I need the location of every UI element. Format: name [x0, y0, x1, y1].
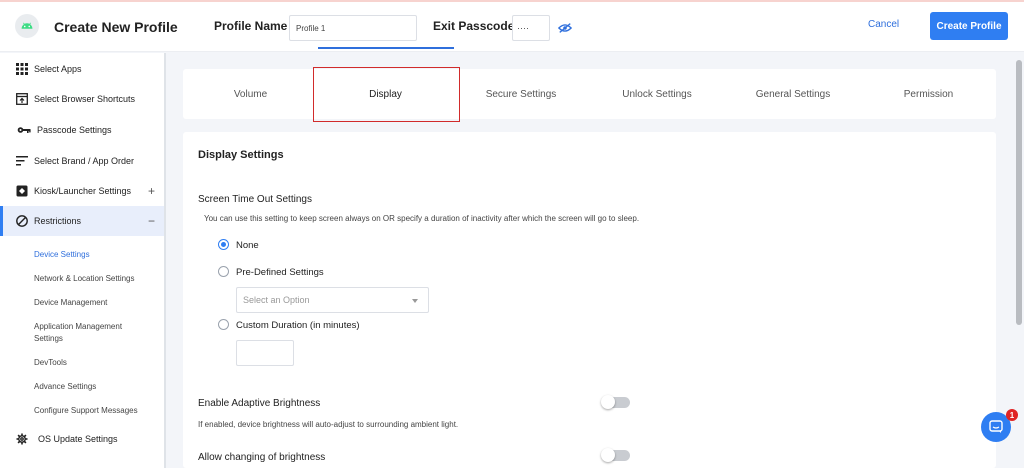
highlight-box — [313, 67, 460, 122]
profile-name-input[interactable] — [289, 15, 417, 41]
create-profile-button[interactable]: Create Profile — [930, 12, 1008, 40]
chevron-down-icon — [412, 299, 418, 303]
tab-volume[interactable]: Volume — [183, 69, 318, 119]
chat-icon — [989, 420, 1003, 433]
sidebar-item-browser-shortcuts[interactable]: Select Browser Shortcuts — [0, 84, 164, 114]
sidebar: Select Apps Select Browser Shortcuts Pas… — [0, 53, 166, 468]
radio-none-label: None — [236, 240, 259, 251]
ban-icon — [16, 215, 28, 227]
adaptive-brightness-toggle[interactable] — [601, 395, 630, 409]
key-icon — [17, 127, 31, 133]
sidebar-sub-advance-settings[interactable]: Advance Settings — [34, 381, 144, 393]
section-title: Display Settings — [198, 149, 284, 161]
screen-timeout-title: Screen Time Out Settings — [198, 194, 312, 205]
allow-brightness-label: Allow changing of brightness — [198, 452, 326, 463]
sidebar-item-label: Kiosk/Launcher Settings — [34, 186, 132, 196]
sidebar-item-select-apps[interactable]: Select Apps — [0, 54, 164, 84]
allow-brightness-toggle[interactable] — [601, 448, 630, 462]
page-title: Create New Profile — [54, 19, 178, 35]
kiosk-icon — [16, 185, 28, 197]
profile-name-label: Profile Name — [214, 19, 288, 33]
sidebar-item-os-update[interactable]: OS Update Settings — [0, 424, 164, 454]
gear-icon — [16, 433, 28, 445]
sort-icon — [16, 156, 28, 166]
sidebar-item-passcode-settings[interactable]: Passcode Settings — [0, 115, 164, 145]
android-logo-icon — [15, 14, 39, 38]
tab-permission[interactable]: Permission — [861, 69, 996, 119]
scrollbar-thumb[interactable] — [1016, 60, 1022, 325]
notification-badge: 1 — [1006, 409, 1018, 421]
sidebar-item-label: Select Brand / App Order — [34, 156, 135, 166]
radio-custom-duration[interactable] — [218, 319, 229, 330]
sidebar-item-label: Passcode Settings — [37, 125, 112, 135]
tab-general-settings[interactable]: General Settings — [725, 69, 861, 119]
active-indicator — [0, 206, 3, 236]
eye-hidden-icon[interactable] — [558, 22, 572, 34]
settings-tabs: Volume Display Secure Settings Unlock Se… — [183, 69, 996, 119]
sidebar-sub-support-messages[interactable]: Configure Support Messages — [34, 405, 144, 417]
sidebar-sub-devtools[interactable]: DevTools — [34, 357, 144, 369]
sidebar-sub-device-settings[interactable]: Device Settings — [34, 249, 144, 261]
sidebar-item-label: OS Update Settings — [38, 434, 118, 444]
top-header: Create New Profile Profile Name Exit Pas… — [0, 2, 1024, 52]
sidebar-sub-device-management[interactable]: Device Management — [34, 297, 144, 309]
radio-predefined-label: Pre-Defined Settings — [236, 267, 324, 278]
custom-duration-input[interactable] — [236, 340, 294, 366]
expand-icon[interactable]: + — [148, 184, 155, 198]
cancel-button[interactable]: Cancel — [868, 19, 899, 30]
sidebar-item-restrictions[interactable]: Restrictions − — [0, 206, 164, 236]
sidebar-item-label: Select Browser Shortcuts — [34, 94, 136, 104]
adaptive-brightness-label: Enable Adaptive Brightness — [198, 398, 321, 409]
adaptive-brightness-description: If enabled, device brightness will auto-… — [198, 420, 459, 429]
sidebar-sub-network-location[interactable]: Network & Location Settings — [34, 273, 144, 285]
radio-none[interactable] — [218, 239, 229, 250]
exit-passcode-label: Exit Passcode — [433, 19, 515, 33]
sidebar-item-brand-order[interactable]: Select Brand / App Order — [0, 146, 164, 176]
tab-secure-settings[interactable]: Secure Settings — [453, 69, 589, 119]
toggle-knob — [601, 395, 615, 409]
collapse-icon[interactable]: − — [148, 214, 155, 228]
screen-timeout-description: You can use this setting to keep screen … — [204, 214, 640, 223]
display-settings-card: Display Settings Screen Time Out Setting… — [183, 132, 996, 468]
sidebar-item-label: Select Apps — [34, 64, 82, 74]
radio-predefined[interactable] — [218, 266, 229, 277]
sidebar-item-kiosk-launcher[interactable]: Kiosk/Launcher Settings + — [0, 176, 164, 206]
select-placeholder: Select an Option — [243, 295, 310, 305]
exit-passcode-input[interactable] — [512, 15, 550, 41]
radio-custom-duration-label: Custom Duration (in minutes) — [236, 320, 360, 331]
active-tab-underline — [318, 47, 454, 49]
predefined-select[interactable]: Select an Option — [236, 287, 429, 313]
browser-shortcut-icon — [16, 93, 28, 105]
toggle-knob — [601, 448, 615, 462]
tab-unlock-settings[interactable]: Unlock Settings — [589, 69, 725, 119]
apps-grid-icon — [16, 63, 28, 75]
sidebar-item-label: Restrictions — [34, 216, 82, 226]
sidebar-sub-app-management[interactable]: Application Management Settings — [34, 321, 144, 345]
